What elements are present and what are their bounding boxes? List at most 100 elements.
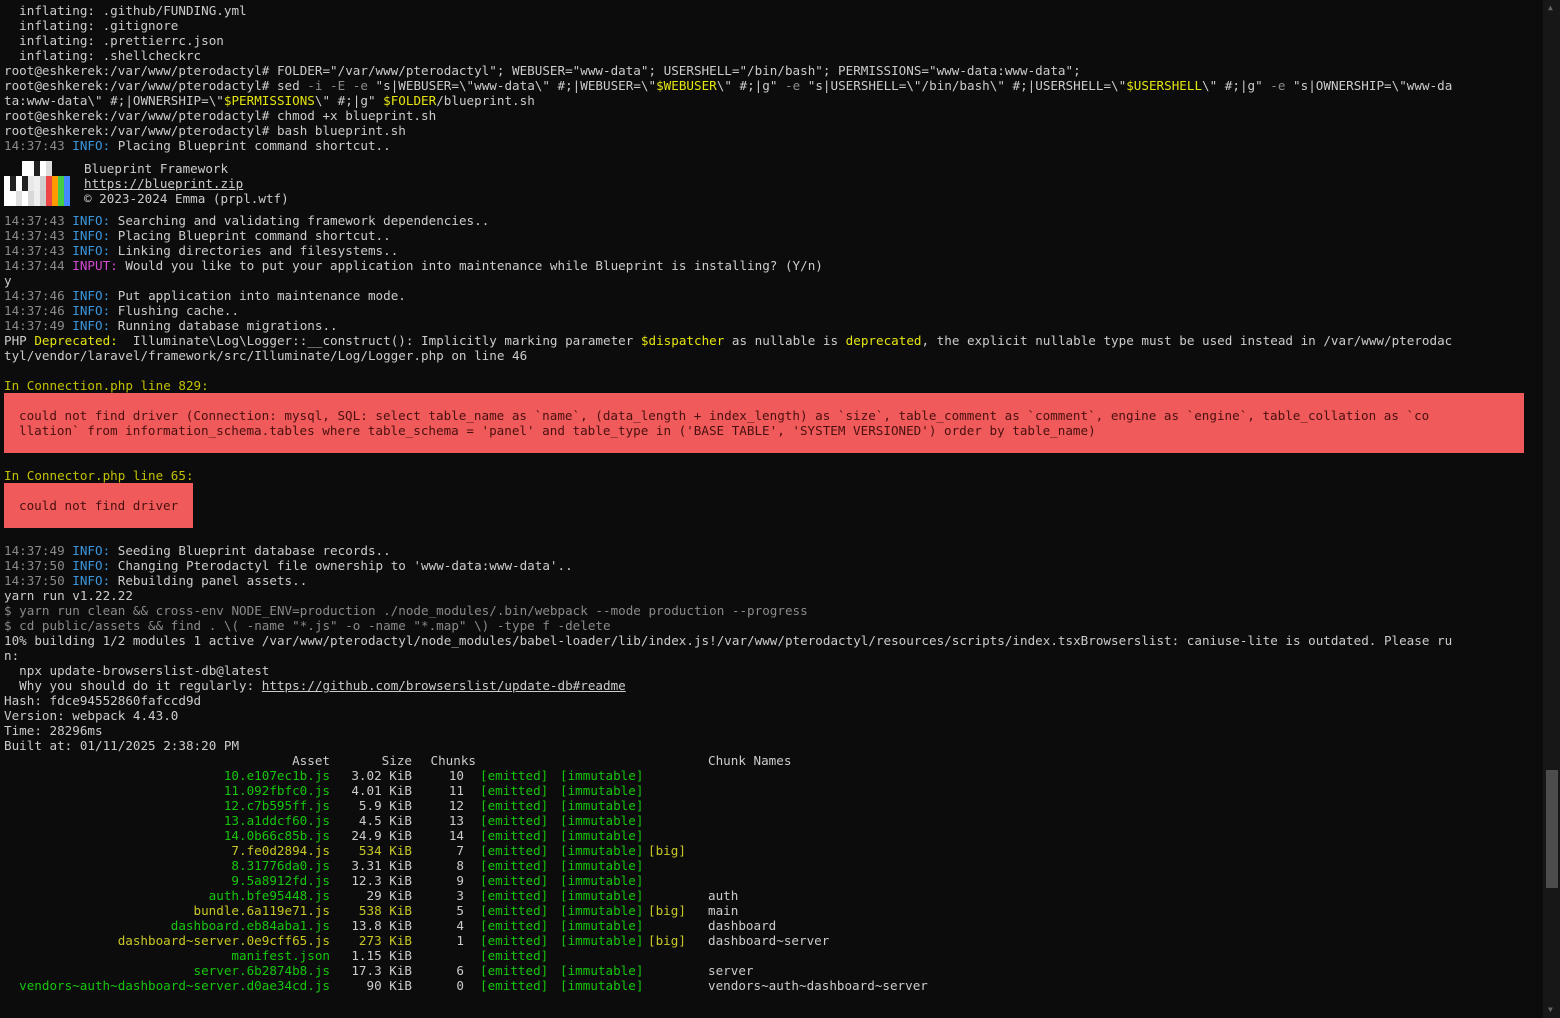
asset-size: 5.9 KiB [358, 798, 412, 813]
scroll-down-icon[interactable]: ▼ [1548, 1006, 1556, 1014]
inflating-line: inflating: .prettierrc.json [4, 33, 224, 48]
input-prompt-line: 14:37:44 INPUT: Would you like to put yo… [4, 258, 1540, 273]
log-level: INFO: [72, 318, 111, 333]
asset-immutable: [immutable] [560, 843, 644, 858]
log-message: Would you like to put your application i… [117, 258, 823, 273]
log-line: 14:37:49 INFO: Running database migratio… [4, 318, 1540, 333]
asset-emitted: [emitted] [480, 963, 549, 978]
inflating-line: inflating: .gitignore [4, 18, 179, 33]
column-header: Asset [292, 753, 330, 768]
variable-text: $USERSHELL [1126, 78, 1203, 93]
log-level: INFO: [72, 558, 111, 573]
asset-name: vendors~auth~dashboard~server.d0ae34cd.j… [19, 978, 330, 993]
banner-name: Blueprint Framework [84, 161, 229, 176]
command-line: root@eshkerek:/var/www/pterodactyl# sed … [4, 78, 1540, 93]
asset-emitted: [emitted] [480, 783, 549, 798]
command-line: root@eshkerek:/var/www/pterodactyl# FOLD… [4, 63, 1081, 78]
progress-line-wrap: n: [4, 648, 20, 663]
asset-immutable: [immutable] [560, 858, 644, 873]
asset-emitted: [emitted] [480, 858, 549, 873]
why-text: Why you should do it regularly: [4, 678, 262, 693]
browserslist-link[interactable]: https://github.com/browserslist/update-d… [262, 678, 626, 693]
asset-name: 9.5a8912fd.js [231, 873, 330, 888]
asset-size: 534 KiB [358, 843, 412, 858]
flag-text: -i -E -e [307, 78, 368, 93]
asset-name: bundle.6a119e71.js [193, 903, 330, 918]
log-level: INFO: [72, 303, 111, 318]
column-header: Size [381, 753, 412, 768]
log-message: Placing Blueprint command shortcut.. [110, 138, 391, 153]
terminal-output[interactable]: inflating: .github/FUNDING.yml inflating… [4, 3, 1540, 993]
error-box: could not find driver (Connection: mysql… [4, 393, 1524, 453]
cmd-text: \" #;|g" [716, 78, 786, 93]
scroll-up-icon[interactable]: ▲ [1548, 4, 1556, 12]
asset-emitted: [emitted] [480, 948, 549, 963]
log-message: Changing Pterodactyl file ownership to '… [110, 558, 573, 573]
asset-chunks [416, 948, 480, 963]
deprecation-keyword: deprecated [845, 333, 922, 348]
cmd-text: \" #;|g" [314, 93, 384, 108]
asset-chunk-names [708, 948, 1008, 963]
deprecation-text: PHP [4, 333, 35, 348]
asset-size: 1.15 KiB [351, 948, 412, 963]
yarn-command: $ yarn run clean && cross-env NODE_ENV=p… [4, 603, 808, 618]
asset-big [648, 963, 708, 978]
asset-big [648, 948, 708, 963]
deprecation-text: , the explicit nullable type must be use… [921, 333, 1453, 348]
asset-big [648, 978, 708, 993]
asset-emitted: [emitted] [480, 903, 549, 918]
log-line: 14:37:50 INFO: Changing Pterodactyl file… [4, 558, 1540, 573]
flag-text: -e [785, 78, 801, 93]
user-answer: y [4, 273, 12, 288]
cmd-text: "s|WEBUSER=\"www-data\" #;|WEBUSER=\" [367, 78, 657, 93]
asset-emitted: [emitted] [480, 798, 549, 813]
log-level: INFO: [72, 138, 111, 153]
banner-url-link[interactable]: https://blueprint.zip [84, 176, 289, 191]
log-line: 14:37:43 INFO: Linking directories and f… [4, 243, 1540, 258]
banner-copyright: © 2023-2024 Emma (prpl.wtf) [84, 191, 289, 206]
asset-size: 273 KiB [358, 933, 412, 948]
asset-immutable: [immutable] [560, 813, 644, 828]
variable-text: $FOLDER [383, 93, 437, 108]
asset-immutable: [immutable] [560, 918, 644, 933]
asset-name: 14.0b66c85b.js [223, 828, 330, 843]
log-time: 14:37:43 [4, 228, 73, 243]
asset-chunk-names: server [708, 963, 754, 978]
asset-immutable: [immutable] [560, 783, 644, 798]
asset-chunk-names [708, 813, 1008, 828]
cmd-text: "s|USERSHELL=\"/bin/bash\" #;|USERSHELL=… [800, 78, 1127, 93]
log-time: 14:37:49 [4, 543, 73, 558]
asset-chunk-names [708, 858, 1008, 873]
npx-hint: npx update-browserslist-db@latest [4, 663, 270, 678]
asset-big [648, 783, 708, 798]
asset-big [648, 768, 708, 783]
blueprint-banner: Blueprint Framework https://blueprint.zi… [4, 161, 1540, 206]
asset-chunk-names: main [708, 903, 739, 918]
log-message: Put application into maintenance mode. [110, 288, 406, 303]
log-message: Placing Blueprint command shortcut.. [110, 228, 391, 243]
scrollbar-thumb[interactable] [1546, 770, 1558, 888]
deprecation-text: as nullable is [724, 333, 846, 348]
log-line: 14:37:46 INFO: Put application into main… [4, 288, 1540, 303]
asset-size: 24.9 KiB [351, 828, 412, 843]
variable-text: $PERMISSIONS [223, 93, 315, 108]
log-line: 14:37:46 INFO: Flushing cache.. [4, 303, 1540, 318]
asset-chunk-names [708, 873, 1008, 888]
asset-big: [big] [648, 843, 686, 858]
asset-chunk-names: dashboard~server [708, 933, 830, 948]
asset-chunks: 8 [456, 858, 464, 873]
variable-text: $WEBUSER [656, 78, 717, 93]
asset-size: 538 KiB [358, 903, 412, 918]
asset-immutable: [immutable] [560, 888, 644, 903]
asset-big [648, 888, 708, 903]
asset-chunk-names [708, 768, 1008, 783]
deprecation-line: PHP Deprecated: Illuminate\Log\Logger::_… [4, 333, 1540, 348]
scrollbar[interactable]: ▲ ▼ [1543, 0, 1560, 1018]
log-line: 14:37:43 INFO: Searching and validating … [4, 213, 1540, 228]
asset-big [648, 813, 708, 828]
asset-chunk-names: auth [708, 888, 739, 903]
asset-chunks: 11 [448, 783, 464, 798]
prompt-text: root@eshkerek:/var/www/pterodactyl# sed [4, 78, 308, 93]
build-version: Version: webpack 4.43.0 [4, 708, 179, 723]
asset-size: 29 KiB [366, 888, 413, 903]
